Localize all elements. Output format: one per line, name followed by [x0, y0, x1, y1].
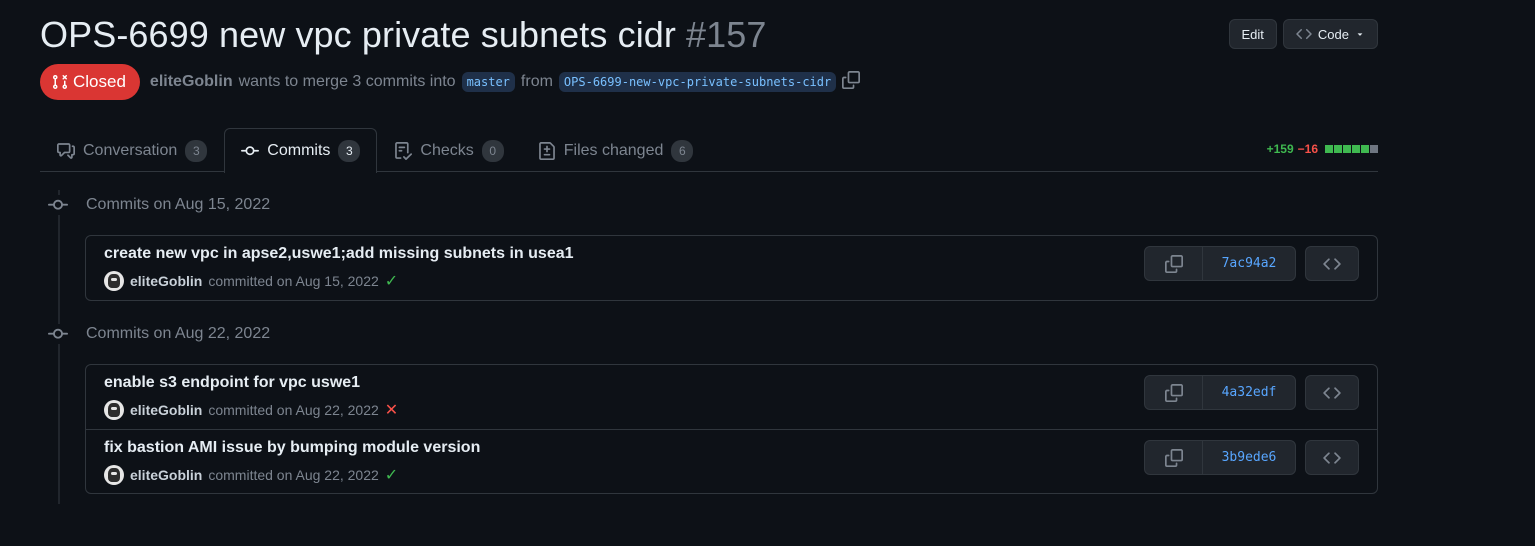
- diffstat-block: [1370, 145, 1378, 153]
- browse-repo-button[interactable]: [1305, 246, 1359, 281]
- tab-counter: 0: [481, 139, 504, 162]
- diffstat-block: [1361, 145, 1369, 153]
- avatar[interactable]: [104, 271, 124, 291]
- sha-group: 3b9ede6: [1144, 440, 1296, 475]
- commit-list: enable s3 endpoint for vpc uswe1 eliteGo…: [85, 364, 1378, 494]
- copy-icon: [1164, 448, 1183, 467]
- copy-sha-button[interactable]: [1145, 247, 1203, 280]
- diffstat: +159 −16: [1267, 142, 1378, 156]
- git-pull-request-closed-icon: [52, 74, 68, 90]
- commit-date: committed on Aug 22, 2022: [208, 402, 379, 418]
- copy-icon: [842, 70, 861, 89]
- diffstat-blocks: [1325, 145, 1378, 153]
- pr-meta: Closed eliteGoblin wants to merge 3 comm…: [40, 64, 861, 100]
- commit-actions: 7ac94a2: [1144, 246, 1359, 281]
- commit-group-date: Commits on Aug 22, 2022: [86, 325, 271, 342]
- commit-message-link[interactable]: enable s3 endpoint for vpc uswe1: [104, 374, 360, 392]
- base-branch-link[interactable]: master: [461, 72, 515, 92]
- avatar[interactable]: [104, 400, 124, 420]
- git-commit-icon: [48, 195, 68, 215]
- pr-number: #157: [686, 14, 767, 55]
- head-branch-link[interactable]: OPS-6699-new-vpc-private-subnets-cidr: [558, 72, 837, 92]
- edit-button-label: Edit: [1241, 26, 1264, 42]
- commit-date: committed on Aug 22, 2022: [208, 467, 379, 483]
- diffstat-block: [1325, 145, 1333, 153]
- commit-group-header: Commits on Aug 15, 2022: [48, 195, 270, 215]
- diffstat-block: [1343, 145, 1351, 153]
- x-icon[interactable]: ✕: [385, 400, 398, 420]
- git-commit-icon: [48, 324, 68, 344]
- checklist-icon: [395, 141, 413, 160]
- commit-group-header: Commits on Aug 22, 2022: [48, 324, 270, 344]
- pr-summary: wants to merge 3 commits into: [238, 73, 456, 90]
- commit-row: create new vpc in apse2,uswe1;add missin…: [86, 236, 1377, 300]
- code-button[interactable]: Code: [1282, 19, 1378, 49]
- commit-message-link[interactable]: fix bastion AMI issue by bumping module …: [104, 439, 480, 457]
- commit-row: enable s3 endpoint for vpc uswe1 eliteGo…: [86, 365, 1377, 429]
- pr-title-bar: OPS-6699 new vpc private subnets cidr #15…: [40, 14, 767, 56]
- code-button-label: Code: [1317, 26, 1349, 42]
- browse-repo-button[interactable]: [1305, 440, 1359, 475]
- tab-label: Conversation: [83, 141, 178, 159]
- git-commit-icon: [241, 146, 260, 156]
- tab-files-changed[interactable]: Files changed 6: [521, 128, 711, 172]
- sha-group: 4a32edf: [1144, 375, 1296, 410]
- tab-counter: 6: [671, 139, 694, 162]
- browse-repo-button[interactable]: [1305, 375, 1359, 410]
- check-icon[interactable]: ✓: [385, 465, 398, 485]
- header-actions: Edit Code: [1228, 19, 1378, 49]
- commit-author-link[interactable]: eliteGoblin: [130, 402, 202, 418]
- diffstat-block: [1334, 145, 1342, 153]
- timeline-line: [58, 190, 60, 504]
- tab-label: Commits: [267, 142, 331, 159]
- diffstat-block: [1352, 145, 1360, 153]
- comment-discussion-icon: [57, 142, 75, 159]
- additions-count: +159: [1266, 142, 1294, 156]
- commit-actions: 3b9ede6: [1144, 440, 1359, 475]
- pr-author-link[interactable]: eliteGoblin: [150, 73, 233, 91]
- check-icon[interactable]: ✓: [385, 271, 398, 291]
- commit-row: fix bastion AMI issue by bumping module …: [86, 429, 1377, 493]
- pr-title: OPS-6699 new vpc private subnets cidr: [40, 14, 677, 55]
- copy-sha-button[interactable]: [1145, 441, 1203, 474]
- tab-checks[interactable]: Checks 0: [377, 128, 520, 172]
- tab-counter: 3: [185, 139, 208, 162]
- deletions-count: −16: [1297, 142, 1318, 156]
- commit-byline: eliteGoblin committed on Aug 22, 2022 ✓: [104, 465, 398, 485]
- commit-message-link[interactable]: create new vpc in apse2,uswe1;add missin…: [104, 245, 574, 263]
- copy-icon: [1164, 383, 1183, 402]
- code-icon: [1323, 257, 1341, 270]
- file-diff-icon: [538, 141, 555, 160]
- commit-author-link[interactable]: eliteGoblin: [130, 273, 202, 289]
- code-icon: [1296, 28, 1312, 40]
- avatar[interactable]: [104, 465, 124, 485]
- commit-group-date: Commits on Aug 15, 2022: [86, 196, 271, 213]
- from-text: from: [520, 73, 553, 90]
- code-icon: [1323, 451, 1341, 464]
- commit-list: create new vpc in apse2,uswe1;add missin…: [85, 235, 1378, 301]
- commit-sha-link[interactable]: 3b9ede6: [1203, 441, 1295, 474]
- tab-counter: 3: [338, 140, 361, 162]
- commit-actions: 4a32edf: [1144, 375, 1359, 410]
- tab-conversation[interactable]: Conversation 3: [40, 128, 224, 172]
- commit-sha-link[interactable]: 4a32edf: [1203, 376, 1295, 409]
- tab-label: Files changed: [563, 141, 664, 159]
- caret-down-icon: [1357, 33, 1363, 36]
- code-icon: [1323, 386, 1341, 399]
- commit-author-link[interactable]: eliteGoblin: [130, 467, 202, 483]
- tab-label: Checks: [420, 141, 474, 159]
- tab-commits[interactable]: Commits 3: [224, 128, 378, 173]
- state-label: Closed: [73, 72, 126, 91]
- edit-button[interactable]: Edit: [1228, 19, 1277, 49]
- commit-sha-link[interactable]: 7ac94a2: [1203, 247, 1295, 280]
- copy-sha-button[interactable]: [1145, 376, 1203, 409]
- commit-date: committed on Aug 15, 2022: [208, 273, 379, 289]
- copy-branch-button[interactable]: [842, 70, 861, 94]
- commit-byline: eliteGoblin committed on Aug 15, 2022 ✓: [104, 271, 398, 291]
- state-badge: Closed: [40, 64, 140, 100]
- commit-byline: eliteGoblin committed on Aug 22, 2022 ✕: [104, 400, 398, 420]
- copy-icon: [1164, 254, 1183, 273]
- sha-group: 7ac94a2: [1144, 246, 1296, 281]
- pr-tabs: Conversation 3 Commits 3 Checks 0 Files …: [40, 128, 1378, 173]
